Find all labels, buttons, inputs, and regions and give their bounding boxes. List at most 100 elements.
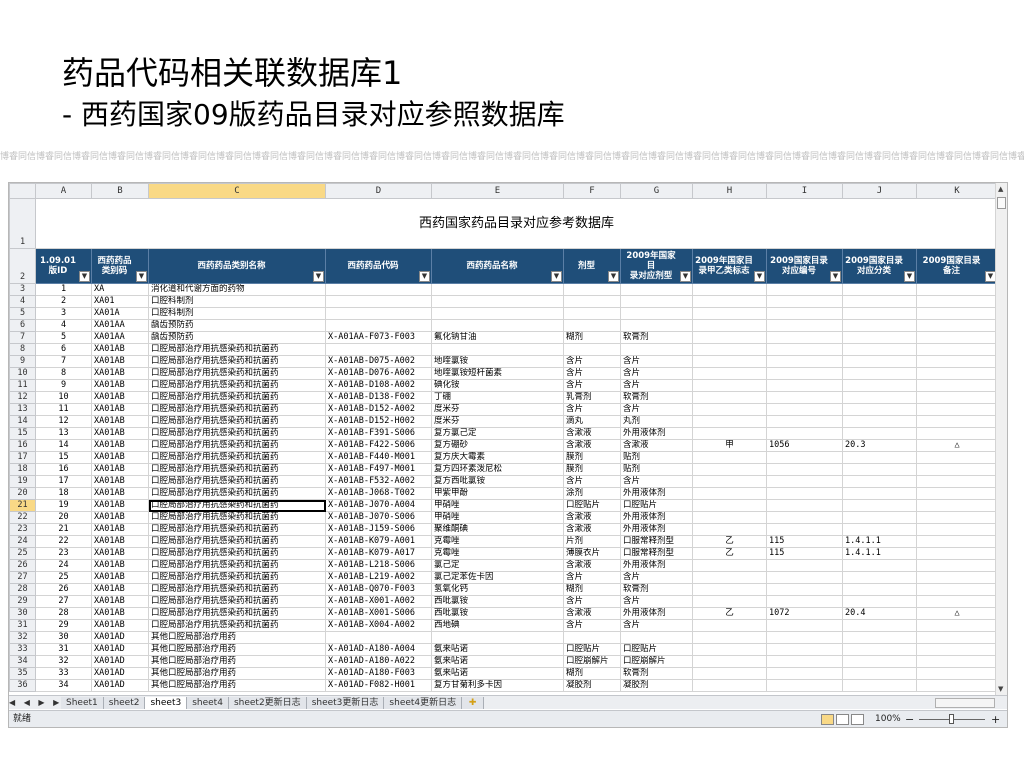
cell[interactable]: 贴剂 (620, 463, 693, 476)
sheet-title-cell[interactable]: 西药国家药品目录对应参考数据库 (35, 198, 997, 249)
cell[interactable] (842, 631, 917, 644)
cell[interactable]: 丸剂 (620, 415, 693, 428)
cell[interactable] (766, 283, 843, 296)
cell[interactable] (766, 559, 843, 572)
cell[interactable]: 软膏剂 (620, 583, 693, 596)
cell[interactable]: X-A01AD-A180-A022 (325, 655, 432, 668)
cell[interactable]: 凝胶剂 (620, 679, 693, 692)
cell[interactable] (325, 631, 432, 644)
cell[interactable]: X-A01AB-D075-A002 (325, 355, 432, 368)
cell[interactable]: 含片 (563, 403, 621, 416)
cell[interactable] (692, 391, 767, 404)
cell[interactable]: X-A01AB-D152-A002 (325, 403, 432, 416)
cell[interactable] (766, 295, 843, 308)
cell[interactable]: 口腔局部治疗用抗感染药和抗菌药 (148, 595, 326, 608)
cell[interactable]: 18 (35, 487, 92, 500)
cell[interactable]: X-A01AB-F440-M001 (325, 451, 432, 464)
cell[interactable] (692, 403, 767, 416)
cell[interactable]: 口腔贴片 (563, 643, 621, 656)
column-header-i[interactable]: I (766, 183, 843, 199)
cell[interactable] (325, 307, 432, 320)
cell[interactable]: 30 (35, 631, 92, 644)
cell[interactable]: 口腔科制剂 (148, 295, 326, 308)
cell[interactable]: 片剂 (563, 535, 621, 548)
cell[interactable] (916, 535, 997, 548)
cell[interactable] (766, 667, 843, 680)
cell[interactable]: X-A01AD-A180-F003 (325, 667, 432, 680)
field-header[interactable]: 西药药品类别名称 ▼ (148, 248, 326, 284)
field-header[interactable]: 2009国家目录 备注 ▼ (916, 248, 997, 284)
cell[interactable]: XA01AB (91, 355, 149, 368)
cell[interactable]: 15 (35, 451, 92, 464)
cell[interactable] (325, 319, 432, 332)
cell[interactable] (842, 523, 917, 536)
cell[interactable]: 氨来呫诺 (431, 643, 564, 656)
field-header[interactable]: 2009国家目录 对应分类 ▼ (842, 248, 917, 284)
cell[interactable]: 外用液体剂 (620, 523, 693, 536)
cell[interactable]: XA01AB (91, 595, 149, 608)
cell[interactable]: 口腔局部治疗用抗感染药和抗菌药 (148, 535, 326, 548)
cell[interactable]: XA01AB (91, 535, 149, 548)
cell[interactable]: XA01AB (91, 403, 149, 416)
row-header[interactable]: 29 (9, 595, 36, 608)
cell[interactable]: 乙 (692, 535, 767, 548)
cell[interactable] (766, 475, 843, 488)
cell[interactable]: XA01AB (91, 559, 149, 572)
field-header[interactable]: 西药药品 类别码 ▼ (91, 248, 149, 284)
cell[interactable]: 甲硝唑 (431, 511, 564, 524)
row-header[interactable]: 1 (9, 198, 36, 249)
cell[interactable] (620, 307, 693, 320)
row-header[interactable]: 12 (9, 391, 36, 404)
row-header[interactable]: 11 (9, 379, 36, 392)
cell[interactable] (916, 451, 997, 464)
cell[interactable]: 口腔崩解片 (620, 655, 693, 668)
page-layout-view-icon[interactable] (836, 714, 849, 725)
cell[interactable]: XA01AB (91, 583, 149, 596)
cell[interactable]: 1072 (766, 607, 843, 620)
cell[interactable]: XA01AA (91, 319, 149, 332)
sheet-tab[interactable]: sheet4更新日志 (384, 697, 463, 709)
cell[interactable]: 含片 (563, 619, 621, 632)
field-header[interactable]: 1.09.01 版ID ▼ (35, 248, 92, 284)
cell[interactable] (916, 559, 997, 572)
cell[interactable]: 口腔局部治疗用抗感染药和抗菌药 (148, 487, 326, 500)
cell[interactable] (842, 427, 917, 440)
cell[interactable]: 口腔贴片 (620, 643, 693, 656)
row-header[interactable]: 19 (9, 475, 36, 488)
cell[interactable]: 含漱液 (620, 439, 693, 452)
cell[interactable]: XA01AD (91, 631, 149, 644)
cell[interactable]: 口腔局部治疗用抗感染药和抗菌药 (148, 355, 326, 368)
cell[interactable] (916, 391, 997, 404)
cell[interactable] (766, 499, 843, 512)
row-header[interactable]: 5 (9, 307, 36, 320)
select-all-corner[interactable] (9, 183, 36, 199)
cell[interactable] (766, 343, 843, 356)
cell[interactable] (916, 667, 997, 680)
cell[interactable]: 含漱液 (563, 427, 621, 440)
cell[interactable]: X-A01AB-L219-A002 (325, 571, 432, 584)
cell[interactable]: 口腔科制剂 (148, 307, 326, 320)
cell[interactable]: 软膏剂 (620, 667, 693, 680)
cell[interactable]: 地喹氯铵短杆菌素 (431, 367, 564, 380)
cell[interactable] (842, 499, 917, 512)
cell[interactable]: 13 (35, 427, 92, 440)
cell[interactable] (916, 679, 997, 692)
cell[interactable]: 8 (35, 367, 92, 380)
field-header[interactable]: 剂型 ▼ (563, 248, 621, 284)
cell[interactable]: 氟化钠甘油 (431, 331, 564, 344)
cell[interactable] (766, 319, 843, 332)
cell[interactable] (692, 307, 767, 320)
cell[interactable]: 14 (35, 439, 92, 452)
zoom-slider-thumb[interactable] (949, 714, 954, 724)
sheet-tab[interactable]: sheet4 (187, 697, 229, 709)
cell[interactable]: X-A01AB-F391-S006 (325, 427, 432, 440)
cell[interactable]: 17 (35, 475, 92, 488)
cell[interactable]: 甲紫甲酚 (431, 487, 564, 500)
cell[interactable]: 23 (35, 547, 92, 560)
cell[interactable]: XA01AD (91, 655, 149, 668)
cell[interactable] (766, 631, 843, 644)
cell[interactable] (916, 295, 997, 308)
cell[interactable] (916, 583, 997, 596)
filter-dropdown-icon[interactable]: ▼ (904, 271, 915, 282)
cell[interactable]: 口腔局部治疗用抗感染药和抗菌药 (148, 547, 326, 560)
